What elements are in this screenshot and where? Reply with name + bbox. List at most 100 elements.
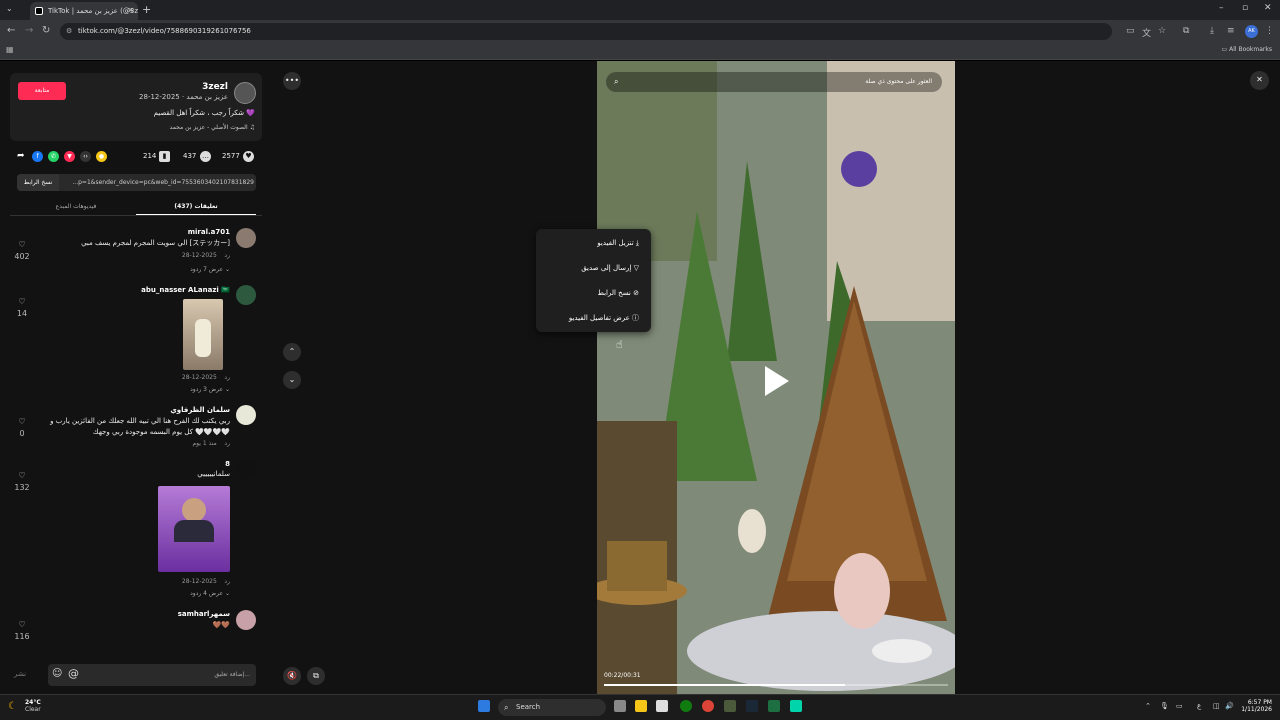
menu-copy-link[interactable]: نسخ الرابط ⊘ (539, 285, 639, 301)
view-replies-label: عرض 7 ردود (190, 266, 224, 273)
minimize-button[interactable]: – (1219, 3, 1224, 13)
menu-icon[interactable]: ⋮ (1265, 26, 1274, 36)
url-bar[interactable]: ⚙ tiktok.com/@3zezl/video/75886903192610… (60, 23, 1112, 40)
comment-like-icon[interactable]: ♡ (12, 417, 32, 426)
reload-icon[interactable]: ↻ (42, 25, 50, 36)
avatar[interactable] (236, 228, 256, 248)
picture-in-picture-icon[interactable]: ⧉ (307, 667, 325, 685)
start-icon[interactable] (478, 700, 490, 712)
share-other-icon[interactable]: ● (96, 151, 107, 162)
avatar[interactable] (236, 610, 256, 630)
store-icon[interactable] (656, 700, 668, 712)
music-info[interactable]: الصوت الأصلي - عزيز بن محمد ♫ (60, 124, 255, 131)
previous-video-button[interactable]: ⌃ (283, 343, 301, 361)
tab-comments[interactable]: تعليقات (437) (136, 199, 256, 215)
related-search-input[interactable]: العثور على محتوى ذي صلة ⌕ (606, 72, 942, 92)
app-icon[interactable] (790, 700, 802, 712)
tray-chevron-icon[interactable]: ⌃ (1145, 702, 1151, 710)
reply-link[interactable]: رد (224, 252, 230, 259)
volume-icon[interactable]: 🔊 (1225, 702, 1234, 710)
reply-link[interactable]: رد (224, 578, 230, 585)
apps-icon[interactable]: ▦ (6, 45, 14, 54)
share-tiktok-icon[interactable]: ▼ (64, 151, 75, 162)
whatsapp-icon[interactable]: ✆ (48, 151, 59, 162)
menu-video-details[interactable]: عرض تفاصيل الفيديو ⓘ (539, 310, 639, 326)
emoji-icon[interactable]: ☺ (52, 668, 62, 679)
file-explorer-icon[interactable] (635, 700, 647, 712)
comment-author[interactable]: abu_nasser ALanazi 🇸🇦 (100, 286, 230, 294)
comment-like-icon[interactable]: ♡ (12, 620, 32, 629)
network-icon[interactable]: ◫ (1213, 702, 1220, 710)
share-arrow-icon[interactable]: ➦ (17, 151, 25, 161)
comment-author[interactable]: 8 (120, 460, 230, 468)
weather-widget[interactable]: ☾ 24°C Clear (8, 699, 41, 713)
xbox-icon[interactable] (680, 700, 692, 712)
view-replies[interactable]: عرض 4 ردود ⌄ (150, 590, 230, 597)
author-handle[interactable]: 3zezl (170, 82, 228, 92)
author-avatar[interactable] (234, 82, 256, 104)
steam-icon[interactable] (746, 700, 758, 712)
video-player[interactable] (597, 61, 955, 694)
comment-image[interactable] (158, 486, 230, 572)
comment-author[interactable]: samharlسمهر (120, 610, 230, 618)
close-icon[interactable]: ✕ (1250, 71, 1269, 90)
comment-author[interactable]: سلمان الظرفاوي (120, 406, 230, 414)
clock[interactable]: 6:57 PM 1/11/2026 (1238, 699, 1272, 713)
site-info-icon[interactable]: ⚙ (66, 23, 72, 40)
like-icon[interactable]: ♥ (243, 151, 254, 162)
tab-creator-videos[interactable]: فيديوهات المبدع (16, 199, 136, 215)
copy-link-button[interactable]: نسخ الرابط (17, 174, 59, 191)
battery-icon[interactable]: ▭ (1176, 702, 1183, 710)
taskbar-search[interactable]: ⌕ Search (498, 699, 606, 716)
all-bookmarks[interactable]: ▭ All Bookmarks (1222, 46, 1272, 53)
reply-link[interactable]: رد (224, 440, 230, 447)
microphone-icon[interactable]: 🎙 (1160, 702, 1169, 710)
comment-image[interactable] (183, 299, 223, 370)
tab-search-icon[interactable]: ≡ (1227, 26, 1235, 36)
download-icon[interactable]: ⤓ (1210, 26, 1214, 36)
reply-link[interactable]: رد (224, 374, 230, 381)
embed-icon[interactable]: ‹› (80, 151, 91, 162)
chrome-icon[interactable] (702, 700, 714, 712)
close-window-button[interactable]: ✕ (1264, 3, 1272, 13)
back-icon[interactable]: ← (7, 25, 15, 36)
send-icon: ▽ (633, 264, 639, 272)
tab-search-icon[interactable]: ⌄ (6, 4, 13, 13)
mention-icon[interactable]: @ (68, 667, 79, 680)
more-options-button[interactable]: ••• (283, 72, 301, 90)
menu-download-video[interactable]: تنزيل الفيديو ⤓ (539, 235, 639, 251)
extensions-icon[interactable]: ⧉ (1183, 26, 1189, 36)
avatar[interactable] (236, 459, 256, 479)
excel-icon[interactable] (768, 700, 780, 712)
close-tab-icon[interactable]: ✕ (127, 2, 134, 20)
view-replies[interactable]: عرض 3 ردود ⌄ (150, 386, 230, 393)
comment-like-icon[interactable]: ♡ (12, 240, 32, 249)
language-icon[interactable]: ع (1197, 702, 1201, 710)
avatar[interactable] (236, 285, 256, 305)
avatar[interactable] (236, 405, 256, 425)
app-icon[interactable] (724, 700, 736, 712)
profile-avatar[interactable]: AK (1245, 25, 1258, 38)
post-comment-button[interactable]: نشر (14, 670, 26, 678)
tiktok-favicon-icon (35, 7, 43, 15)
bookmark-star-icon[interactable]: ☆ (1158, 26, 1166, 36)
follow-button[interactable]: متابعة (18, 82, 66, 100)
comment-icon[interactable]: … (200, 151, 211, 162)
bookmark-icon[interactable]: ▮ (159, 151, 170, 162)
forward-icon[interactable]: → (25, 25, 33, 36)
comment-like-icon[interactable]: ♡ (12, 297, 32, 306)
browser-tab[interactable]: TikTok | عزيز بن محمد (@3zezl) ✕ (30, 2, 138, 20)
comment-input[interactable]: إضافة تعليق... (48, 664, 256, 686)
task-view-icon[interactable] (614, 700, 626, 712)
new-tab-button[interactable]: + (142, 3, 151, 16)
next-video-button[interactable]: ⌄ (283, 371, 301, 389)
maximize-button[interactable]: ▫ (1242, 3, 1248, 13)
menu-send-to-friend[interactable]: إرسال إلى صديق ▽ (539, 260, 639, 276)
translate-icon[interactable]: 文 (1142, 26, 1151, 39)
comment-like-icon[interactable]: ♡ (12, 471, 32, 480)
cast-icon[interactable]: ▭ (1126, 26, 1135, 36)
facebook-icon[interactable]: f (32, 151, 43, 162)
comment-author[interactable]: miral.a701 (120, 228, 230, 236)
mute-icon[interactable]: 🔇 (283, 667, 301, 685)
view-replies[interactable]: عرض 7 ردود ⌄ (150, 266, 230, 273)
